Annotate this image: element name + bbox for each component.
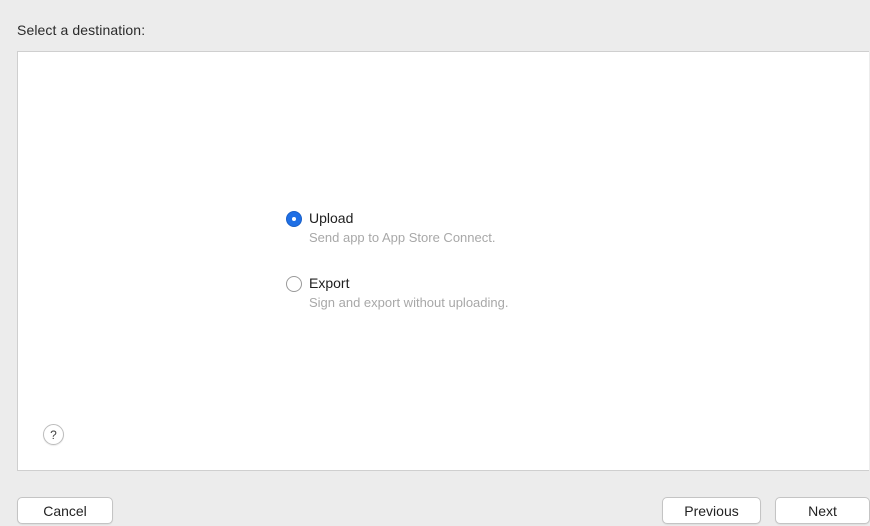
question-mark-icon: ? (50, 427, 57, 442)
export-option-description: Sign and export without uploading. (309, 295, 509, 310)
help-button[interactable]: ? (43, 424, 64, 445)
upload-option-text: Upload Send app to App Store Connect. (309, 209, 495, 247)
export-option[interactable]: Export Sign and export without uploading… (286, 274, 508, 312)
upload-option-description: Send app to App Store Connect. (309, 230, 496, 245)
upload-option[interactable]: Upload Send app to App Store Connect. (286, 209, 495, 247)
export-radio-button[interactable] (286, 276, 302, 292)
export-option-text: Export Sign and export without uploading… (309, 274, 508, 312)
upload-option-title: Upload (309, 210, 354, 226)
destination-panel (17, 51, 869, 471)
export-option-title: Export (309, 275, 350, 291)
upload-radio-button[interactable] (286, 211, 302, 227)
previous-button[interactable]: Previous (662, 497, 761, 524)
cancel-button[interactable]: Cancel (17, 497, 113, 524)
next-button[interactable]: Next (775, 497, 870, 524)
destination-header: Select a destination: (17, 22, 146, 38)
